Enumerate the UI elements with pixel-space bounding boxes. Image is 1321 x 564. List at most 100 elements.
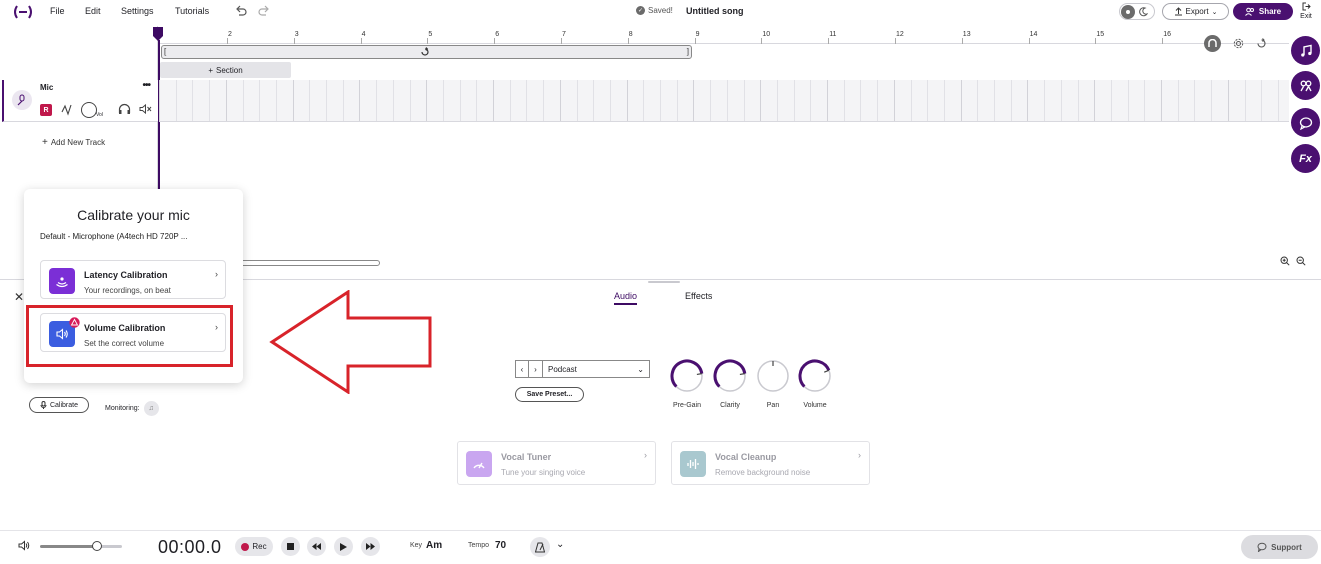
grid-line — [827, 80, 828, 121]
latency-calibration-option[interactable]: Latency Calibration Your recordings, on … — [40, 260, 226, 299]
clarity-knob[interactable] — [712, 358, 748, 394]
mute-icon[interactable] — [139, 103, 152, 115]
grid-line — [643, 80, 645, 121]
knob-clarity[interactable]: Clarity — [712, 358, 748, 409]
monitoring-label: Monitoring: — [105, 405, 140, 412]
record-icon — [241, 542, 250, 551]
grid-line — [1044, 80, 1046, 121]
support-button[interactable]: Support — [1241, 535, 1318, 559]
save-preset-button[interactable]: Save Preset... — [515, 387, 584, 402]
add-track-button[interactable]: + Add New Track — [42, 137, 105, 148]
playhead-marker[interactable] — [153, 27, 163, 41]
grid-line — [209, 80, 211, 121]
ruler-tick — [627, 38, 629, 44]
collaborators-button[interactable] — [1291, 71, 1320, 100]
speaker-icon[interactable] — [18, 540, 30, 551]
support-label: Support — [1271, 542, 1302, 552]
panel-resize-handle[interactable] — [648, 281, 680, 283]
gear-icon[interactable] — [1233, 38, 1244, 49]
record-button[interactable]: Rec — [235, 537, 273, 556]
undo-icon[interactable] — [234, 4, 248, 18]
menu-tutorials[interactable]: Tutorials — [175, 6, 209, 16]
grid-line — [1227, 80, 1229, 121]
zoom-in-icon[interactable] — [1280, 256, 1290, 266]
headphones-icon[interactable] — [118, 103, 131, 115]
menu-file[interactable]: File — [50, 6, 65, 16]
export-button[interactable]: Export ⌄ — [1162, 3, 1229, 20]
latency-icon — [49, 268, 75, 294]
share-label: Share — [1258, 7, 1282, 16]
vocal-tuner-card[interactable]: Vocal Tuner Tune your singing voice › — [457, 441, 656, 485]
tab-effects[interactable]: Effects — [685, 291, 712, 301]
preset-dropdown[interactable]: Podcast ⌄ — [543, 360, 650, 378]
redo-icon[interactable] — [257, 4, 271, 18]
share-button[interactable]: Share — [1233, 3, 1293, 20]
loop-region[interactable]: [ ] — [161, 45, 692, 59]
highlight-arrow — [269, 290, 432, 394]
track-header-mic[interactable]: Mic ••• R Vol — [2, 80, 158, 122]
knob-label: Clarity — [720, 402, 740, 409]
theme-toggle[interactable] — [1119, 3, 1155, 20]
grid-line — [576, 80, 578, 121]
close-panel-icon[interactable]: ✕ — [14, 290, 24, 304]
volume-knob[interactable] — [797, 358, 833, 394]
knob-indicator — [739, 373, 745, 376]
ruler-tick-label: 5 — [428, 31, 433, 38]
menu-edit[interactable]: Edit — [85, 6, 101, 16]
play-button[interactable] — [334, 537, 353, 556]
plus-icon: + — [42, 137, 48, 148]
record-label: Rec — [252, 542, 267, 551]
track-lane[interactable] — [159, 80, 1289, 122]
stop-icon — [287, 543, 294, 550]
microphone-icon — [40, 401, 47, 409]
loop-icon[interactable] — [420, 47, 430, 57]
rewind-button[interactable] — [307, 537, 326, 556]
tuner-icon[interactable] — [60, 102, 74, 116]
comments-button[interactable] — [1291, 108, 1320, 137]
option-title: Latency Calibration — [84, 270, 168, 280]
fast-forward-button[interactable] — [361, 537, 380, 556]
preset-prev-button[interactable]: ‹ — [515, 360, 529, 378]
exit-button[interactable]: Exit — [1297, 2, 1315, 20]
menu-settings[interactable]: Settings — [121, 6, 154, 16]
tab-audio[interactable]: Audio — [614, 291, 638, 305]
key-value[interactable]: Am — [426, 540, 442, 551]
plus-icon: + — [208, 65, 213, 75]
song-title[interactable]: Untitled song — [686, 6, 744, 16]
save-status: ✓ Saved! — [636, 6, 673, 15]
loop-toggle-icon[interactable] — [1256, 38, 1267, 49]
grid-line — [1194, 80, 1196, 121]
loop-start-handle[interactable]: [ — [164, 47, 166, 56]
music-note-icon — [1300, 44, 1312, 57]
zoom-controls — [1280, 256, 1306, 266]
knob-volume[interactable]: Volume — [797, 358, 833, 409]
instruments-button[interactable] — [1291, 36, 1320, 65]
track-more-icon[interactable]: ••• — [142, 80, 150, 91]
zoom-out-icon[interactable] — [1296, 256, 1306, 266]
effects-fx-button[interactable]: Fx — [1291, 144, 1320, 173]
tempo-value[interactable]: 70 — [495, 540, 506, 551]
record-arm-button[interactable]: R — [40, 104, 52, 116]
master-volume-slider[interactable] — [40, 545, 122, 548]
calibrate-button[interactable]: Calibrate — [29, 397, 89, 413]
metronome-options-chevron-icon[interactable]: ⌄ — [556, 539, 564, 550]
vocal-cleanup-card[interactable]: Vocal Cleanup Remove background noise › — [671, 441, 870, 485]
metronome-button[interactable] — [530, 537, 550, 557]
track-name[interactable]: Mic — [40, 83, 53, 92]
grid-line — [1060, 80, 1062, 121]
monitoring-toggle[interactable]: ♫ — [143, 401, 159, 416]
ruler-tick-label: 7 — [562, 31, 566, 38]
app-logo[interactable] — [12, 4, 34, 20]
pan-knob[interactable] — [755, 358, 791, 394]
ruler-tick — [1095, 38, 1097, 44]
loop-end-handle[interactable]: ] — [687, 47, 689, 56]
snap-icon[interactable] — [1204, 35, 1221, 52]
pre-gain-knob[interactable] — [669, 358, 705, 394]
add-section-button[interactable]: + Section — [160, 62, 291, 78]
preset-next-button[interactable]: › — [529, 360, 543, 378]
horizontal-scrollbar[interactable] — [238, 260, 380, 266]
stop-button[interactable] — [281, 537, 300, 556]
timeline-ruler[interactable]: 2 3 4 5 6 7 8 9 10 11 12 13 14 15 16 — [159, 26, 1289, 44]
knob-pre-gain[interactable]: Pre-Gain — [669, 358, 705, 409]
knob-pan[interactable]: Pan — [755, 358, 791, 409]
